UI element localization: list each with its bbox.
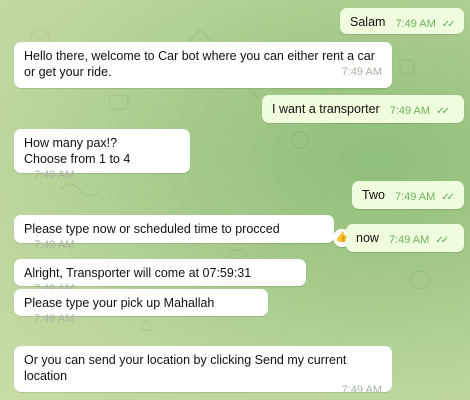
message-meta: 7:49 AM ✓✓	[394, 191, 455, 203]
double-check-icon: ✓✓	[436, 106, 450, 117]
message-text: Or you can send your location by clickin…	[24, 353, 347, 383]
message-outgoing[interactable]: Salam 7:49 AM ✓✓	[340, 8, 464, 34]
message-time: 7:49 AM	[34, 169, 75, 181]
message-text: I want a transporter	[272, 102, 380, 116]
message-text: Please type now or scheduled time to pro…	[24, 222, 280, 236]
message-time: 7:49 AM	[34, 313, 75, 325]
message-text: How many pax!? Choose from 1 to 4	[24, 136, 131, 166]
message-outgoing[interactable]: now 7:49 AM ✓✓	[346, 224, 464, 252]
message-meta: 7:49 AM ✓✓	[389, 105, 450, 117]
message-time: 7:49 AM	[389, 105, 431, 117]
message-time: 7:49 AM	[395, 18, 436, 30]
chat-window[interactable]: Salam 7:49 AM ✓✓ Hello there, welcome to C…	[0, 0, 470, 400]
message-incoming[interactable]: Please type your pick up Mahallah 7:49 AM	[14, 289, 268, 325]
message-incoming[interactable]: How many pax!? Choose from 1 to 4 7:49 AM	[14, 129, 190, 181]
message-meta: 7:49 AM ✓✓	[395, 18, 456, 30]
message-text: Alright, Transporter will come at 07:59:…	[24, 266, 252, 280]
message-text: Salam	[350, 15, 386, 29]
message-incoming[interactable]: Hello there, welcome to Car bot where yo…	[14, 42, 392, 88]
message-incoming[interactable]: Please type now or scheduled time to pro…	[14, 215, 334, 251]
message-text: Please type your pick up Mahallah	[24, 296, 215, 310]
double-check-icon: ✓✓	[441, 192, 455, 203]
message-text: now	[356, 231, 379, 245]
message-incoming[interactable]: Or you can send your location by clickin…	[14, 346, 392, 396]
message-time: 7:49 AM	[34, 239, 75, 251]
message-time: 7:49 AM	[341, 384, 382, 396]
message-outgoing[interactable]: Two 7:49 AM ✓✓	[352, 181, 464, 209]
message-outgoing[interactable]: I want a transporter 7:49 AM ✓✓	[262, 95, 464, 123]
message-meta: 7:49 AM ✓✓	[388, 234, 449, 246]
message-incoming[interactable]: Alright, Transporter will come at 07:59:…	[14, 259, 306, 295]
message-text: Two	[362, 188, 385, 202]
message-time: 7:49 AM	[394, 191, 436, 203]
double-check-icon: ✓✓	[441, 19, 456, 30]
double-check-icon: ✓✓	[435, 235, 449, 246]
message-time: 7:49 AM	[388, 234, 430, 246]
